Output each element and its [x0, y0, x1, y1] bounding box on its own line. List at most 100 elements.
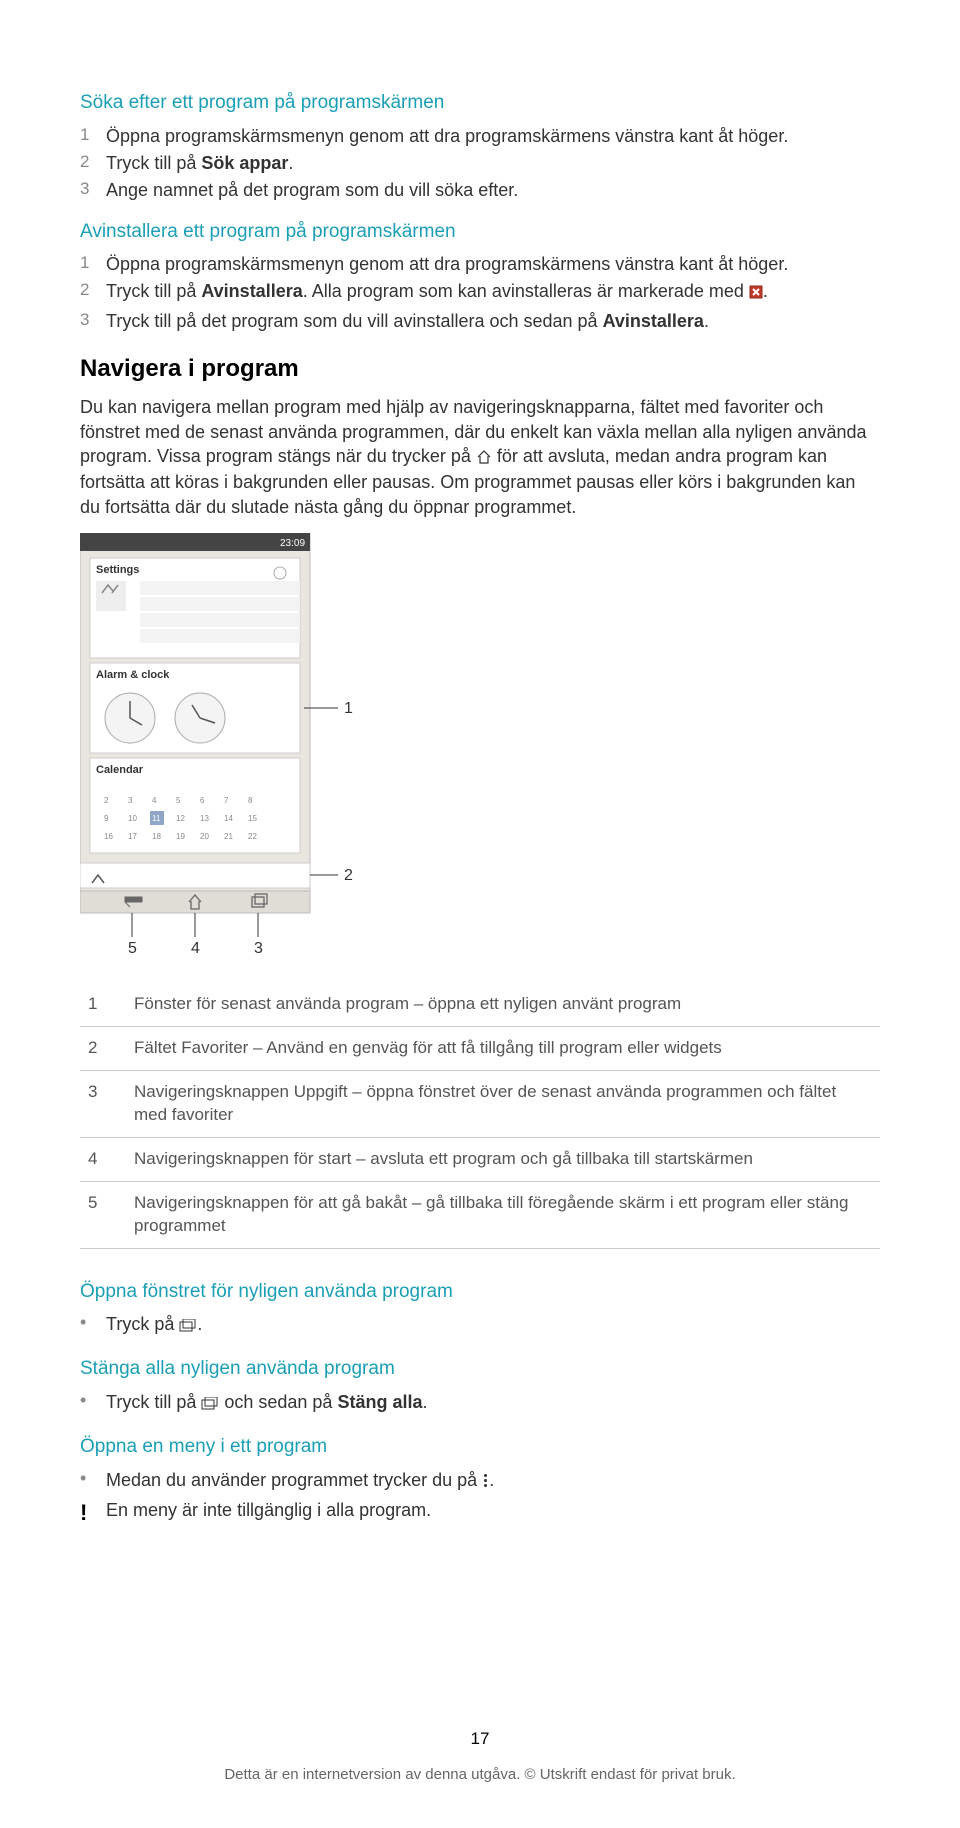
legend-text: Navigeringsknappen Uppgift – öppna fönst…	[126, 1070, 880, 1137]
heading-uninstall: Avinstallera ett program på programskärm…	[80, 219, 880, 245]
text-pre: Tryck på	[106, 1314, 179, 1334]
heading-close-all: Stänga alla nyligen använda program	[80, 1356, 880, 1382]
card-settings-title: Settings	[96, 564, 139, 576]
note-text: En meny är inte tillgänglig i alla progr…	[106, 1498, 431, 1522]
bullet-row: • Medan du använder programmet trycker d…	[80, 1468, 880, 1494]
callout-3: 3	[254, 940, 263, 957]
text-post: .	[422, 1392, 427, 1412]
legend-num: 1	[80, 983, 126, 1026]
step-post: .	[704, 311, 709, 331]
svg-text:2: 2	[104, 796, 109, 805]
page-footer: 17 Detta är en internetversion av denna …	[80, 1728, 880, 1785]
step-pre: Tryck till på	[106, 153, 201, 173]
legend-text: Fönster för senast använda program – öpp…	[126, 983, 880, 1026]
page-number: 17	[80, 1728, 880, 1751]
table-row: 5Navigeringsknappen för att gå bakåt – g…	[80, 1181, 880, 1248]
text-bold: Stäng alla	[337, 1392, 422, 1412]
table-row: 3Navigeringsknappen Uppgift – öppna föns…	[80, 1070, 880, 1137]
callout-1: 1	[344, 700, 353, 717]
navigate-paragraph: Du kan navigera mellan program med hjälp…	[80, 395, 880, 518]
legend-num: 2	[80, 1026, 126, 1070]
device-screenshot: 23:09 Settings Alarm & clock Calendar 23…	[80, 533, 370, 963]
svg-text:22: 22	[248, 832, 257, 841]
bullet-row: • Tryck på .	[80, 1312, 880, 1338]
svg-text:7: 7	[224, 796, 229, 805]
bullet-text: Tryck på .	[106, 1312, 202, 1338]
svg-text:12: 12	[176, 814, 185, 823]
step-number: 1	[80, 124, 106, 147]
step-post: .	[288, 153, 293, 173]
step-text: Tryck till på Sök appar.	[106, 151, 880, 175]
step-row: 1 Öppna programskärmsmenyn genom att dra…	[80, 124, 880, 148]
legend-table: 1Fönster för senast använda program – öp…	[80, 983, 880, 1249]
bullet-dot: •	[80, 1468, 106, 1490]
svg-text:6: 6	[200, 796, 205, 805]
bullet-dot: •	[80, 1390, 106, 1412]
heading-open-menu: Öppna en meny i ett program	[80, 1434, 880, 1460]
legend-num: 4	[80, 1137, 126, 1181]
callout-2: 2	[344, 867, 353, 884]
legend-text: Navigeringsknappen för att gå bakåt – gå…	[126, 1181, 880, 1248]
step-bold: Avinstallera	[201, 281, 302, 301]
home-icon	[476, 446, 492, 470]
table-row: 1Fönster för senast använda program – öp…	[80, 983, 880, 1026]
svg-text:5: 5	[176, 796, 181, 805]
step-number: 2	[80, 279, 106, 302]
text-pre: Medan du använder programmet trycker du …	[106, 1470, 482, 1490]
recent-icon	[179, 1314, 197, 1338]
text-post: .	[197, 1314, 202, 1334]
step-pre: Tryck till på	[106, 281, 201, 301]
step-row: 3 Tryck till på det program som du vill …	[80, 309, 880, 333]
step-number: 1	[80, 252, 106, 275]
svg-text:19: 19	[176, 832, 185, 841]
table-row: 4Navigeringsknappen för start – avsluta …	[80, 1137, 880, 1181]
bullet-text: Tryck till på och sedan på Stäng alla.	[106, 1390, 427, 1416]
step-number: 2	[80, 151, 106, 174]
card-cal-title: Calendar	[96, 764, 144, 776]
svg-text:11: 11	[152, 814, 161, 823]
legend-num: 3	[80, 1070, 126, 1137]
svg-text:4: 4	[152, 796, 157, 805]
step-text: Öppna programskärmsmenyn genom att dra p…	[106, 124, 880, 148]
callout-5: 5	[128, 940, 137, 957]
steps-uninstall: 1 Öppna programskärmsmenyn genom att dra…	[80, 252, 880, 333]
step-pre: Tryck till på det program som du vill av…	[106, 311, 603, 331]
steps-search: 1 Öppna programskärmsmenyn genom att dra…	[80, 124, 880, 203]
svg-text:15: 15	[248, 814, 257, 823]
step-row: 1 Öppna programskärmsmenyn genom att dra…	[80, 252, 880, 276]
table-row: 2Fältet Favoriter – Använd en genväg för…	[80, 1026, 880, 1070]
footer-text: Detta är en internetversion av denna utg…	[80, 1765, 880, 1785]
svg-text:9: 9	[104, 814, 109, 823]
svg-text:16: 16	[104, 832, 113, 841]
step-number: 3	[80, 178, 106, 201]
svg-text:8: 8	[248, 796, 253, 805]
recent-icon	[201, 1392, 219, 1416]
svg-text:21: 21	[224, 832, 233, 841]
svg-text:18: 18	[152, 832, 161, 841]
svg-text:13: 13	[200, 814, 209, 823]
svg-text:14: 14	[224, 814, 233, 823]
heading-open-recent: Öppna fönstret för nyligen använda progr…	[80, 1279, 880, 1305]
text-post: .	[489, 1470, 494, 1490]
legend-text: Fältet Favoriter – Använd en genväg för …	[126, 1026, 880, 1070]
step-bold: Sök appar	[201, 153, 288, 173]
heading-navigate: Navigera i program	[80, 353, 880, 385]
step-text: Tryck till på Avinstallera. Alla program…	[106, 279, 880, 305]
note-row: ! En meny är inte tillgänglig i alla pro…	[80, 1498, 880, 1528]
heading-search: Söka efter ett program på programskärmen	[80, 90, 880, 116]
bullet-dot: •	[80, 1312, 106, 1334]
warning-icon: !	[80, 1498, 106, 1528]
step-text: Öppna programskärmsmenyn genom att dra p…	[106, 252, 880, 276]
text-pre: Tryck till på	[106, 1392, 201, 1412]
svg-text:3: 3	[128, 796, 133, 805]
step-text: Ange namnet på det program som du vill s…	[106, 178, 880, 202]
bullet-row: • Tryck till på och sedan på Stäng alla.	[80, 1390, 880, 1416]
svg-text:10: 10	[128, 814, 137, 823]
svg-text:17: 17	[128, 832, 137, 841]
x-icon	[749, 281, 763, 305]
step-post: . Alla program som kan avinstalleras är …	[303, 281, 749, 301]
step-bold: Avinstallera	[603, 311, 704, 331]
step-text: Tryck till på det program som du vill av…	[106, 309, 880, 333]
legend-text: Navigeringsknappen för start – avsluta e…	[126, 1137, 880, 1181]
svg-text:20: 20	[200, 832, 209, 841]
